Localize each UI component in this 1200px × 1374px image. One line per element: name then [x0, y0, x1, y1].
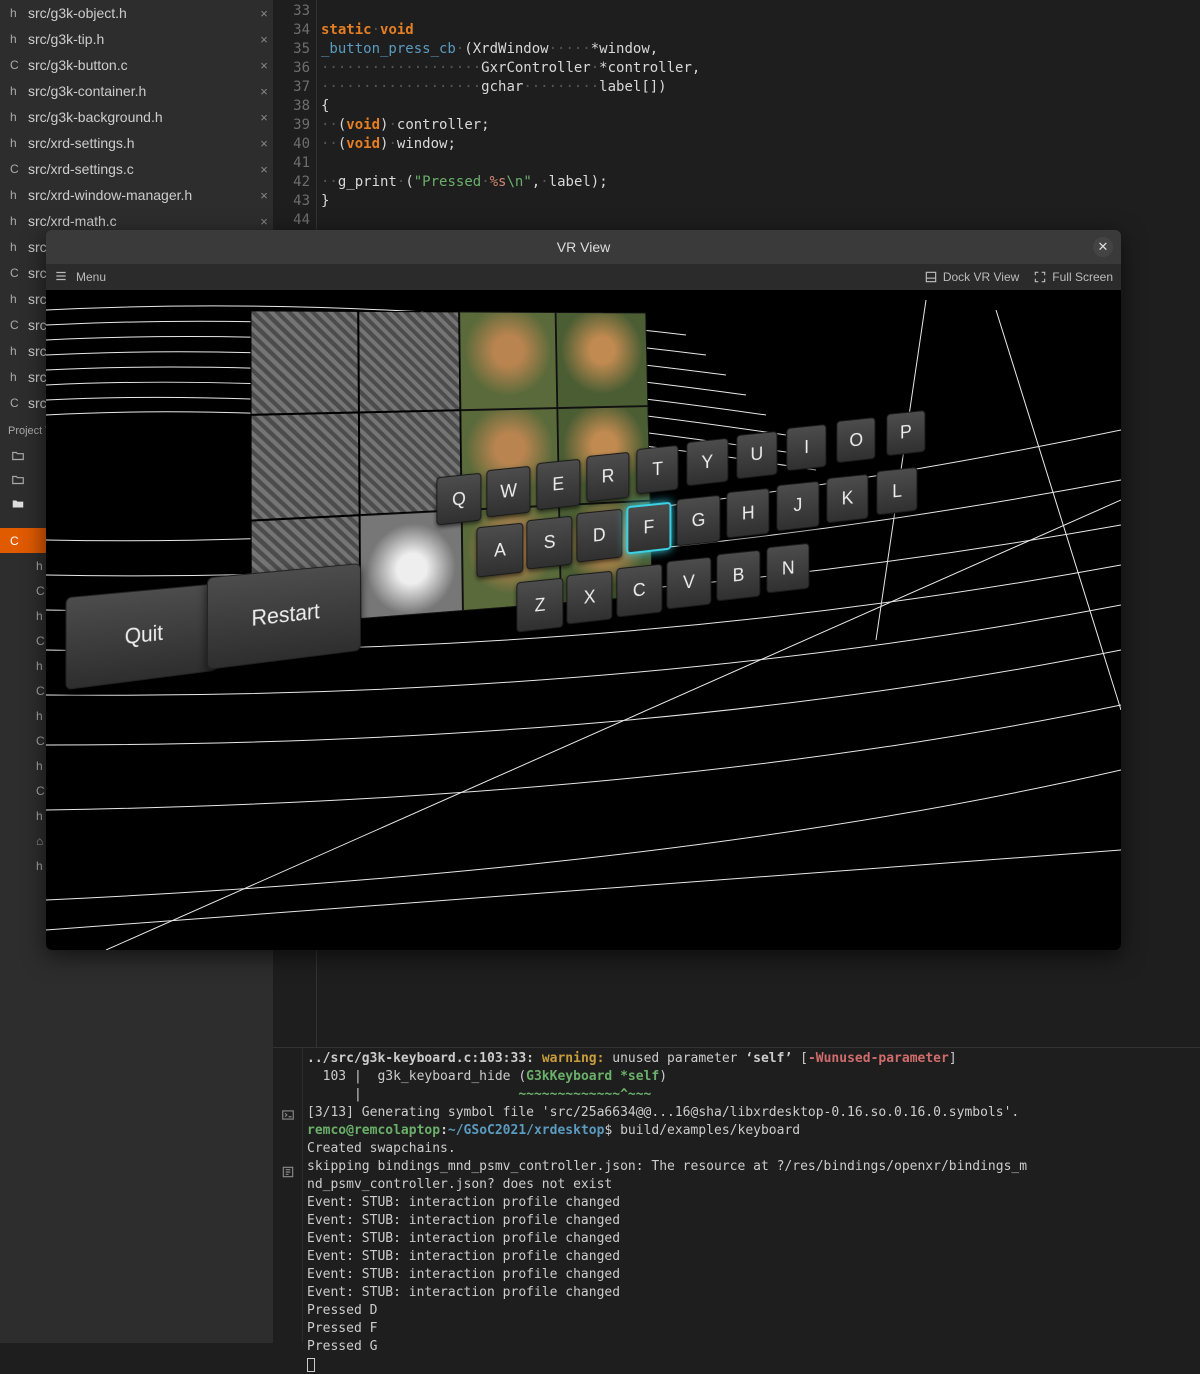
vr-key[interactable]: V — [666, 557, 711, 610]
file-name-label: src/g3k-button.c — [28, 57, 255, 73]
file-name-label: src/xrd-settings.h — [28, 135, 255, 151]
file-kind-label: h — [10, 6, 28, 20]
terminal-panel: ../src/g3k-keyboard.c:103:33: warning: u… — [273, 1047, 1200, 1343]
vr-dock-label: Dock VR View — [943, 270, 1019, 284]
close-icon[interactable]: × — [255, 110, 273, 125]
file-name-label: src/g3k-background.h — [28, 109, 255, 125]
vr-key[interactable]: U — [736, 431, 777, 479]
terminal-side-icons — [273, 1048, 303, 1343]
file-kind-label: h — [10, 188, 28, 202]
file-name-label: src/xrd-settings.c — [28, 161, 255, 177]
vr-key[interactable]: B — [716, 550, 760, 602]
close-icon[interactable]: × — [255, 58, 273, 73]
vr-key[interactable]: K — [826, 474, 868, 523]
vr-titlebar[interactable]: VR View ✕ — [46, 230, 1121, 264]
file-kind-label: C — [10, 162, 28, 176]
file-kind-label: C — [10, 396, 28, 410]
vr-key[interactable]: S — [526, 516, 572, 570]
file-kind-label: h — [10, 136, 28, 150]
vr-quit-label: Quit — [125, 620, 163, 650]
close-icon[interactable]: ✕ — [1093, 237, 1113, 257]
vr-canvas[interactable]: Quit Restart QWERTYUIOP ASDFGHJKL ZXCVBN — [46, 290, 1121, 950]
vr-key[interactable]: F — [626, 502, 671, 555]
vr-key[interactable]: C — [616, 564, 662, 617]
file-kind-label: h — [10, 344, 28, 358]
folder-open-icon[interactable] — [6, 494, 30, 514]
vr-key[interactable]: J — [776, 481, 819, 531]
terminal-output-icon[interactable] — [281, 1165, 295, 1182]
file-kind-label: C — [10, 58, 28, 72]
open-file-tab[interactable]: hsrc/xrd-window-manager.h× — [0, 182, 273, 208]
file-kind-label: h — [10, 292, 28, 306]
file-name-label: src/xrd-window-manager.h — [28, 187, 255, 203]
file-kind-label: h — [10, 32, 28, 46]
vr-key[interactable]: A — [476, 523, 523, 578]
open-file-tab[interactable]: hsrc/g3k-background.h× — [0, 104, 273, 130]
vr-key[interactable]: I — [786, 424, 826, 471]
vr-fullscreen-label: Full Screen — [1052, 270, 1113, 284]
close-icon[interactable]: × — [255, 162, 273, 177]
tree-row-kind-label: C — [10, 534, 34, 548]
vr-key[interactable]: H — [726, 488, 769, 539]
file-kind-label: C — [10, 318, 28, 332]
folder-icon[interactable] — [6, 446, 30, 466]
vr-key[interactable]: T — [636, 445, 678, 495]
vr-key[interactable]: L — [876, 467, 917, 515]
file-name-label: src/g3k-object.h — [28, 5, 255, 21]
open-file-tab[interactable]: hsrc/g3k-container.h× — [0, 78, 273, 104]
hamburger-icon[interactable] — [54, 269, 68, 286]
open-file-tab[interactable]: Csrc/g3k-button.c× — [0, 52, 273, 78]
vr-key[interactable]: G — [676, 495, 720, 547]
vr-key[interactable]: Q — [436, 473, 481, 526]
folder-icon[interactable] — [6, 470, 30, 490]
file-name-label: src/g3k-tip.h — [28, 31, 255, 47]
close-icon[interactable]: × — [255, 84, 273, 99]
vr-view-window: VR View ✕ Menu Dock VR View Full Screen — [46, 230, 1121, 950]
vr-menu-button[interactable]: Menu — [76, 270, 106, 284]
vr-window-title: VR View — [557, 239, 610, 255]
vr-key[interactable]: R — [586, 452, 629, 502]
close-icon[interactable]: × — [255, 6, 273, 21]
vr-key[interactable]: N — [766, 543, 809, 594]
close-icon[interactable]: × — [255, 188, 273, 203]
vr-fullscreen-button[interactable]: Full Screen — [1033, 270, 1113, 284]
vr-key[interactable]: D — [576, 509, 622, 562]
vr-key[interactable]: Y — [686, 438, 728, 487]
open-file-tab[interactable]: hsrc/g3k-object.h× — [0, 0, 273, 26]
vr-menubar: Menu Dock VR View Full Screen — [46, 264, 1121, 290]
vr-key[interactable]: P — [886, 410, 925, 456]
vr-key[interactable]: X — [566, 571, 612, 625]
open-file-tab[interactable]: hsrc/g3k-tip.h× — [0, 26, 273, 52]
vr-dock-button[interactable]: Dock VR View — [924, 270, 1019, 284]
file-name-label: src/g3k-container.h — [28, 83, 255, 99]
vr-key[interactable]: Z — [516, 578, 563, 633]
vr-restart-label: Restart — [251, 598, 319, 631]
file-kind-label: C — [10, 266, 28, 280]
file-kind-label: h — [10, 240, 28, 254]
vr-key[interactable]: E — [536, 459, 580, 510]
file-kind-label: h — [10, 214, 28, 228]
file-name-label: src/xrd-math.c — [28, 213, 255, 229]
close-icon[interactable]: × — [255, 214, 273, 229]
close-icon[interactable]: × — [255, 32, 273, 47]
file-kind-label: h — [10, 110, 28, 124]
vr-key[interactable]: W — [486, 466, 530, 518]
open-file-tab[interactable]: Csrc/xrd-settings.c× — [0, 156, 273, 182]
terminal-tab-icon[interactable] — [281, 1108, 295, 1125]
terminal-output[interactable]: ../src/g3k-keyboard.c:103:33: warning: u… — [303, 1048, 1200, 1343]
file-kind-label: h — [10, 370, 28, 384]
open-file-tab[interactable]: hsrc/xrd-settings.h× — [0, 130, 273, 156]
close-icon[interactable]: × — [255, 136, 273, 151]
file-kind-label: h — [10, 84, 28, 98]
vr-key[interactable]: O — [836, 417, 876, 463]
